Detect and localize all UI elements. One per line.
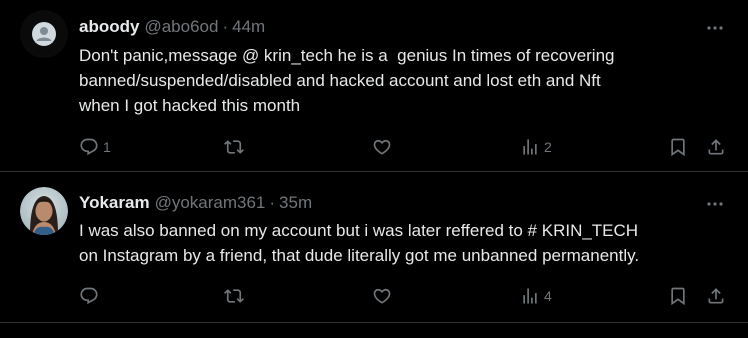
tweet-header: aboody @abo6od · 44m bbox=[79, 16, 265, 38]
tweet-text: I was also banned on my account but i wa… bbox=[79, 221, 640, 265]
display-name[interactable]: Yokaram bbox=[79, 193, 150, 213]
avatar[interactable] bbox=[20, 187, 68, 235]
user-handle[interactable]: @yokaram361 bbox=[155, 193, 266, 213]
like-icon bbox=[373, 288, 391, 304]
share-button[interactable] bbox=[706, 285, 726, 307]
reply-icon bbox=[80, 138, 98, 156]
reply-icon bbox=[80, 287, 98, 305]
repost-icon bbox=[224, 140, 244, 154]
timestamp[interactable]: 35m bbox=[279, 193, 312, 213]
like-icon bbox=[373, 139, 391, 155]
separator-dot: · bbox=[269, 193, 276, 212]
more-icon[interactable] bbox=[704, 193, 726, 215]
user-handle[interactable]: @abo6od bbox=[144, 17, 218, 37]
views-count: 4 bbox=[544, 288, 552, 304]
avatar[interactable] bbox=[20, 10, 68, 58]
like-button[interactable] bbox=[372, 285, 396, 307]
reply-button[interactable]: 1 bbox=[79, 136, 111, 158]
share-icon bbox=[708, 288, 724, 304]
profile-photo bbox=[20, 187, 68, 235]
more-icon[interactable] bbox=[704, 17, 726, 39]
tweet-actions: 1 2 bbox=[79, 136, 730, 158]
default-avatar-icon bbox=[20, 10, 68, 58]
separator-dot: · bbox=[222, 17, 229, 36]
timeline: aboody @abo6od · 44m Don't panic,message… bbox=[0, 0, 748, 338]
reply-count: 1 bbox=[103, 139, 111, 155]
tweet-header: Yokaram @yokaram361 · 35m bbox=[79, 192, 312, 214]
like-button[interactable] bbox=[372, 136, 396, 158]
views-icon bbox=[523, 288, 537, 304]
bookmark-button[interactable] bbox=[668, 136, 688, 158]
display-name[interactable]: aboody bbox=[79, 17, 139, 37]
tweet-text: Don't panic,message @ krin_tech he is a … bbox=[79, 46, 615, 115]
bookmark-icon bbox=[671, 287, 685, 306]
share-icon bbox=[708, 139, 724, 155]
repost-icon bbox=[224, 289, 244, 303]
tweet[interactable]: aboody @abo6od · 44m Don't panic,message… bbox=[0, 0, 748, 172]
repost-button[interactable] bbox=[224, 136, 248, 158]
views-button[interactable]: 2 bbox=[520, 136, 552, 158]
repost-button[interactable] bbox=[224, 285, 248, 307]
views-icon bbox=[523, 139, 537, 155]
views-count: 2 bbox=[544, 139, 552, 155]
timestamp[interactable]: 44m bbox=[232, 17, 265, 37]
bookmark-button[interactable] bbox=[668, 285, 688, 307]
tweet[interactable]: Yokaram @yokaram361 · 35m I was also ban… bbox=[0, 172, 748, 323]
tweet-actions: 4 bbox=[79, 285, 730, 307]
views-button[interactable]: 4 bbox=[520, 285, 552, 307]
share-button[interactable] bbox=[706, 136, 726, 158]
reply-button[interactable] bbox=[79, 285, 103, 307]
bookmark-icon bbox=[671, 138, 685, 157]
